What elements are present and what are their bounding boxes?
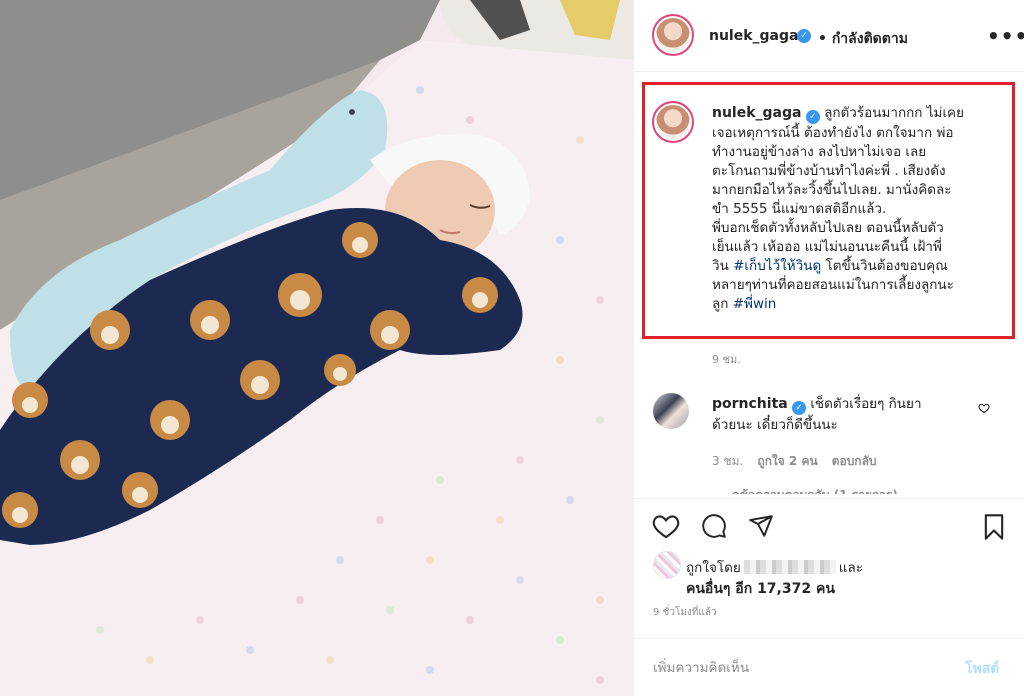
verified-icon: ✓ <box>805 110 820 124</box>
post-comment-button[interactable]: โพสต์ <box>965 658 999 680</box>
separator-dot: • <box>818 31 827 47</box>
post-header: nulek_gaga ✓ • กำลังติดตาม ••• <box>634 0 1024 72</box>
liked-by-line: ถูกใจโดย และ <box>686 556 863 578</box>
comment-timestamp[interactable]: 3 ชม. <box>712 452 743 471</box>
verified-icon: ✓ <box>792 401 807 415</box>
author-avatar[interactable] <box>652 14 694 56</box>
comment-likes-count[interactable]: ถูกใจ 2 คน <box>757 452 817 471</box>
instagram-post-view: nulek_gaga ✓ • กำลังติดตาม ••• nulek_gag… <box>0 0 1024 696</box>
commenter-username[interactable]: pornchita <box>712 396 788 412</box>
liker-avatar[interactable] <box>653 551 681 579</box>
commenter-avatar[interactable] <box>653 393 689 429</box>
sleeping-baby-photo <box>0 0 633 696</box>
action-bar <box>634 498 1024 546</box>
post-photo[interactable] <box>0 0 633 696</box>
post-details-panel: nulek_gaga ✓ • กำลังติดตาม ••• nulek_gag… <box>633 0 1024 696</box>
following-label: กำลังติดตาม <box>831 31 908 47</box>
heart-icon[interactable] <box>652 513 680 539</box>
more-icon[interactable]: ••• <box>987 24 1024 48</box>
liked-by-label: ถูกใจโดย <box>686 560 741 576</box>
bookmark-icon[interactable] <box>981 513 1007 541</box>
post-timestamp[interactable]: 9 ชั่วโมงที่แล้ว <box>653 605 717 620</box>
hashtag-link[interactable]: #พี่win <box>733 296 777 312</box>
add-comment-bar: โพสต์ <box>634 638 1024 696</box>
and-label: และ <box>838 560 864 576</box>
caption-username[interactable]: nulek_gaga <box>712 105 801 121</box>
comment-text: pornchita ✓ เช็ดตัวเรื่อยๆ กินยา ด้วยนะ … <box>712 394 972 436</box>
comment-like-heart-icon[interactable] <box>978 402 990 418</box>
comment-meta: 3 ชม. ถูกใจ 2 คน ตอบกลับ <box>712 452 877 471</box>
following-status[interactable]: • กำลังติดตาม <box>818 28 908 50</box>
add-comment-input[interactable] <box>653 657 953 679</box>
share-icon[interactable] <box>747 513 775 539</box>
caption-timestamp[interactable]: 9 ชม. <box>712 350 741 368</box>
view-replies-link[interactable]: ดูข้อความตอบกลับ (1 รายการ) <box>732 484 992 494</box>
author-username[interactable]: nulek_gaga <box>709 28 798 44</box>
hashtag-link[interactable]: #เก็บไว้ให้วินดู <box>733 258 821 274</box>
reply-button[interactable]: ตอบกลับ <box>832 452 877 471</box>
blurred-username <box>743 560 836 574</box>
others-likes-count[interactable]: คนอื่นๆ อีก 17,372 คน <box>686 578 835 600</box>
comment-icon[interactable] <box>700 513 728 539</box>
caption-highlight-box: nulek_gaga ✓ ลูกตัวร้อนมากกก ไม่เคย เจอเ… <box>642 82 1015 339</box>
verified-icon: ✓ <box>797 29 811 43</box>
caption-text: nulek_gaga ✓ ลูกตัวร้อนมากกก ไม่เคย เจอเ… <box>712 104 1010 314</box>
caption-body-part1: ลูกตัวร้อนมากกก ไม่เคย เจอเหตุการณ์นี้ ต… <box>712 105 964 274</box>
caption-author-avatar[interactable] <box>652 101 694 143</box>
